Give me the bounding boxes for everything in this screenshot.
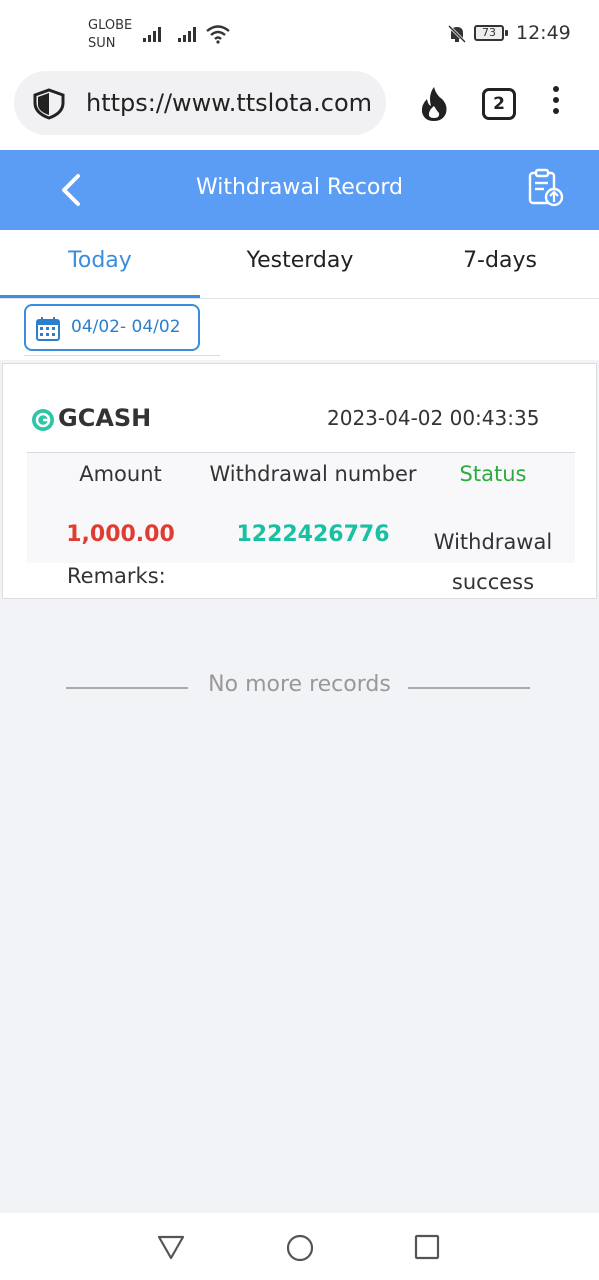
carrier-label: GLOBE SUN [88,17,132,53]
date-range-text: 04/02- 04/02 [71,317,181,337]
remarks-label: Remarks: [67,564,166,588]
status-value: Withdrawal success [433,530,553,594]
clock: 12:49 [516,22,571,44]
date-range-button[interactable]: 04/02- 04/02 [24,304,200,351]
amount-label: Amount [79,462,162,486]
calendar-icon [36,317,60,341]
flame-icon[interactable] [418,85,450,123]
divider [24,355,220,356]
more-vert-icon[interactable] [553,86,561,119]
tabs-count-button[interactable]: 2 [482,88,516,120]
browser-toolbar: https://www.ttslota.com 2 [0,68,599,150]
status-label: Status [459,462,527,486]
carrier-2: SUN [88,36,116,51]
tab-today[interactable]: Today [0,248,200,273]
back-triangle-icon[interactable] [156,1233,186,1261]
withdrawal-number-value: 1222426776 [236,522,390,547]
record-datetime: 2023-04-02 00:43:35 [327,406,540,430]
shield-icon[interactable] [32,88,66,120]
carrier-1: GLOBE [88,18,133,33]
page-header: Withdrawal Record [0,150,599,230]
end-of-list: No more records [0,672,599,702]
bell-off-icon [447,24,467,44]
signal-icon [143,27,161,42]
active-tab-indicator [0,295,200,298]
battery-tip [505,30,508,36]
system-nav-bar [0,1213,599,1280]
signal-icon [178,27,196,42]
date-filter-bar: 04/02- 04/02 [0,299,599,360]
url-text[interactable]: https://www.ttslota.com [86,89,376,117]
battery-icon: 73 [474,25,504,41]
no-more-records-text: No more records [208,672,391,697]
gcash-logo-icon [32,409,54,431]
payment-method: GCASH [58,404,152,432]
withdrawal-record-card: GCASH 2023-04-02 00:43:35 Amount Withdra… [2,363,597,599]
status-bar: GLOBE SUN 73 12:49 [0,0,599,68]
tab-7-days[interactable]: 7-days [400,248,599,273]
tab-yesterday[interactable]: Yesterday [200,248,400,273]
wifi-icon [206,25,230,44]
amount-value: 1,000.00 [66,522,175,547]
divider [408,687,530,689]
page-title: Withdrawal Record [195,175,404,200]
date-tabs: Today Yesterday 7-days [0,230,599,299]
withdrawal-number-label: Withdrawal number [209,462,417,486]
address-bar[interactable]: https://www.ttslota.com [14,71,386,135]
recents-square-icon[interactable] [413,1233,441,1261]
home-circle-icon[interactable] [285,1233,315,1263]
export-record-icon[interactable] [526,168,566,208]
